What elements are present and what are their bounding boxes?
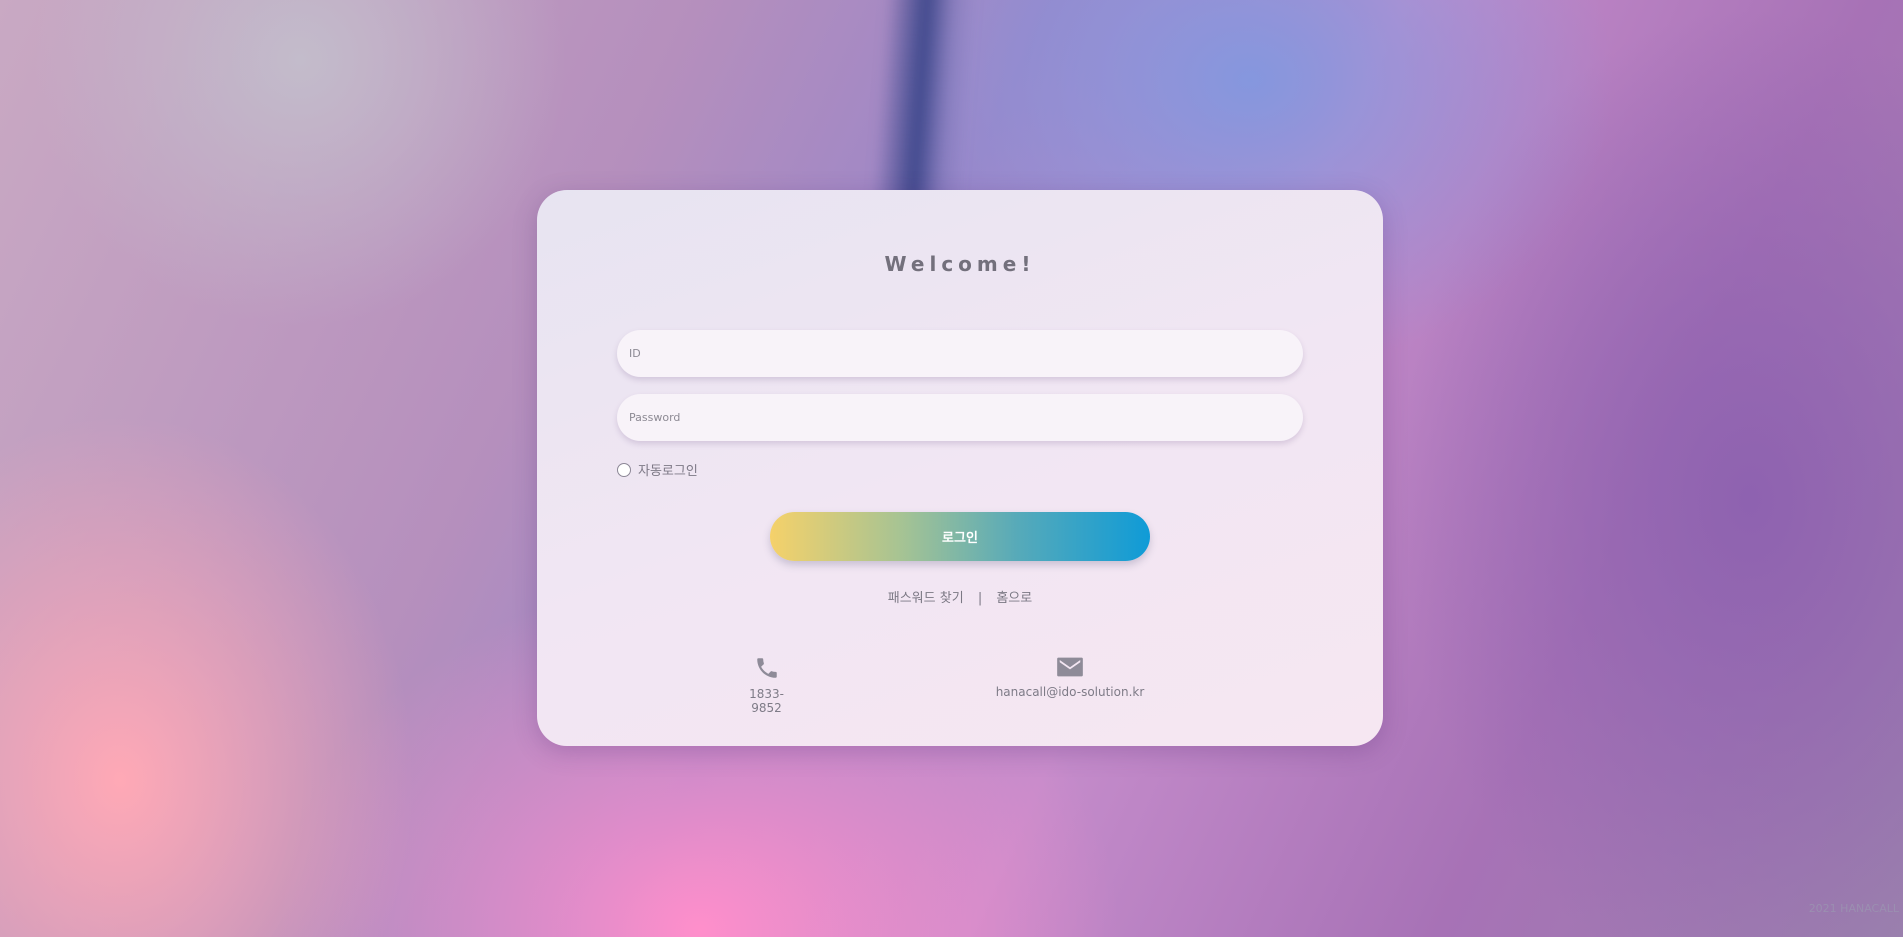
contact-phone: 1833-9852 [734,655,799,715]
auto-login-checkbox[interactable] [617,462,631,477]
login-button[interactable]: 로그인 [770,512,1150,561]
mail-icon [1057,657,1083,677]
phone-icon [756,658,777,678]
email-address: hanacall@ido-solution.kr [995,685,1145,699]
id-input[interactable] [617,330,1303,377]
helper-links: 패스워드 찾기 | 홈으로 [537,587,1383,606]
contact-email: hanacall@ido-solution.kr [990,655,1150,699]
link-separator: | [977,591,983,606]
copyright-text: 2021 HANACALL [1808,902,1899,915]
auto-login-label[interactable]: 자동로그인 [638,460,698,479]
phone-number: 1833-9852 [749,687,784,715]
find-password-link[interactable]: 패스워드 찾기 [888,591,964,606]
password-input[interactable] [617,394,1303,441]
welcome-title: Welcome! [884,252,1036,276]
auto-login-option[interactable]: 자동로그인 [617,460,698,479]
login-card: Welcome! 자동로그인 로그인 패스워드 찾기 | 홈으로 1833-98… [537,190,1383,746]
home-link[interactable]: 홈으로 [996,591,1032,606]
